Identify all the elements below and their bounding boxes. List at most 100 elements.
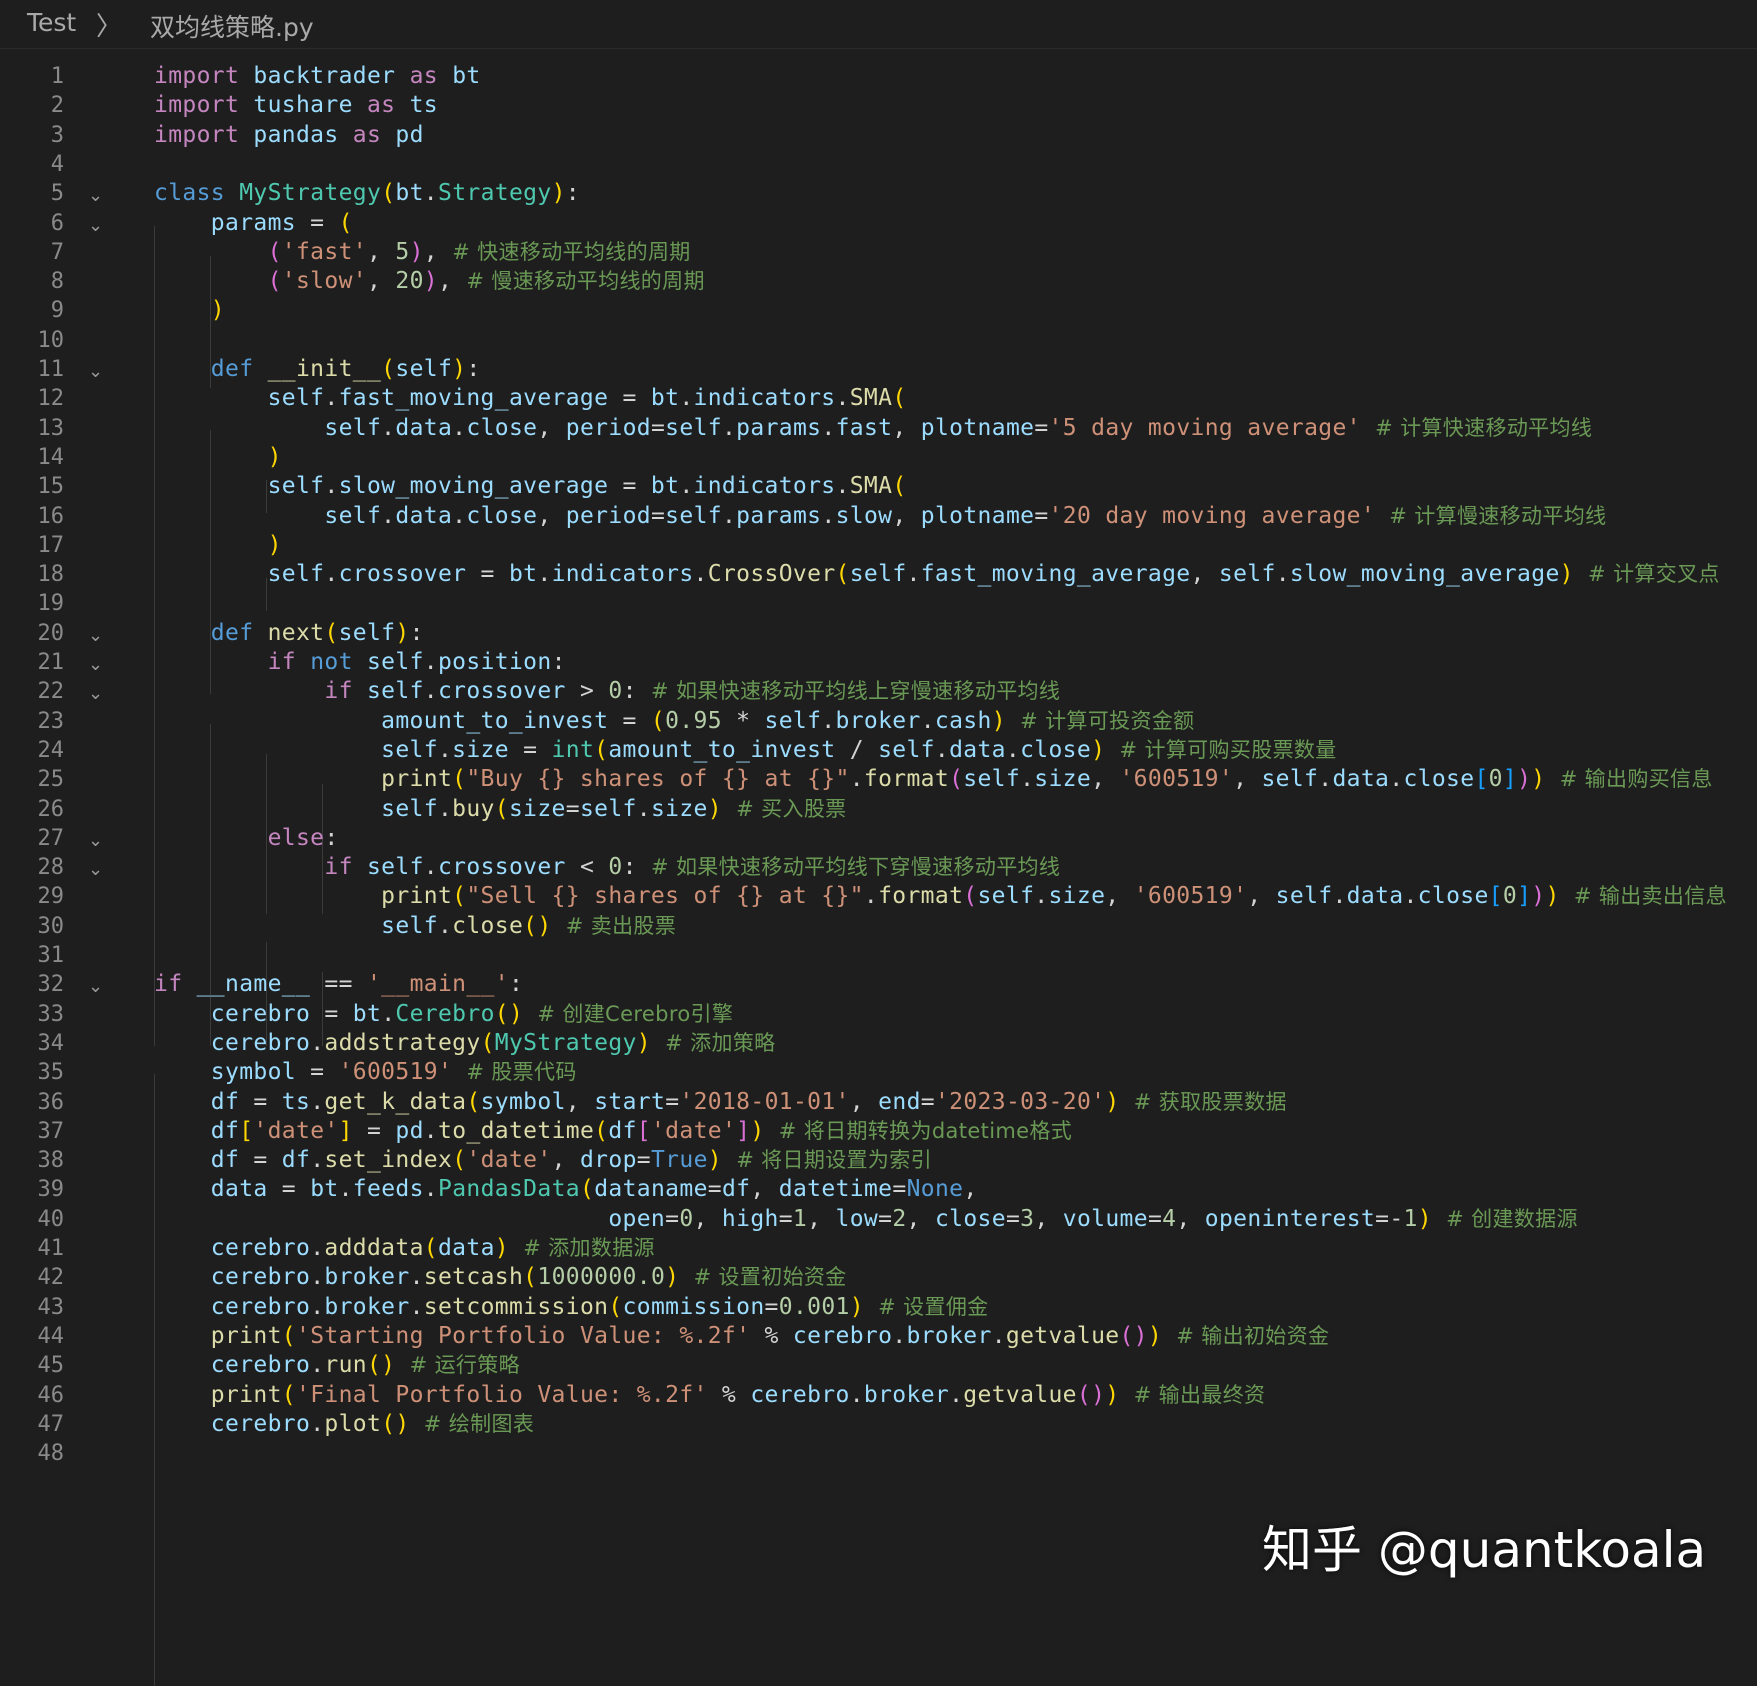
- code-token: crossover: [338, 561, 467, 588]
- code-line[interactable]: 29 print("Sell {} shares of {} at {}".fo…: [0, 880, 1757, 913]
- line-number: 38: [37, 1148, 65, 1174]
- code-token: /: [835, 736, 879, 763]
- code-line[interactable]: 32 ⌄ if __name__ == '__main__':: [0, 968, 1757, 1001]
- code-token: =: [1034, 502, 1049, 529]
- code-line[interactable]: 46 print('Final Portfolio Value: %.2f' %…: [0, 1379, 1757, 1412]
- code-token: True: [650, 1147, 708, 1174]
- code-line[interactable]: 47 cerebro.plot() # 绘制图表: [0, 1408, 1757, 1441]
- code-line[interactable]: 33 cerebro = bt.Cerebro() # 创建Cerebro引擎: [0, 998, 1757, 1031]
- code-token: .: [821, 414, 836, 441]
- line-number: 28: [37, 855, 65, 881]
- code-line[interactable]: 38 df = df.set_index('date', drop=True) …: [0, 1144, 1757, 1177]
- code-token: plot: [324, 1410, 382, 1437]
- code-line[interactable]: 20 ⌄ def next(self):: [0, 617, 1757, 650]
- line-number: 31: [37, 943, 65, 968]
- code-token: :: [622, 854, 651, 881]
- code-token: (: [452, 1147, 467, 1174]
- code-line[interactable]: 42 cerebro.broker.setcash(1000000.0) # 设…: [0, 1261, 1757, 1294]
- code-token: self: [665, 502, 722, 529]
- line-number: 46: [37, 1382, 65, 1408]
- code-line[interactable]: 30 self.close() # 卖出股票: [0, 910, 1757, 943]
- line-number: 29: [37, 884, 65, 910]
- code-token: pd: [395, 121, 424, 148]
- code-line[interactable]: 39 data = bt.feeds.PandasData(dataname=d…: [0, 1173, 1757, 1206]
- code-token: ): [210, 297, 225, 324]
- code-token: self: [977, 883, 1035, 910]
- code-token: .: [409, 1264, 424, 1291]
- breadcrumb-folder[interactable]: Test: [27, 8, 76, 37]
- code-line[interactable]: 28 ⌄ if self.crossover < 0: # 如果快速移动平均线下穿…: [0, 851, 1757, 884]
- code-line[interactable]: 48: [0, 1437, 1757, 1470]
- code-token: .: [1332, 883, 1347, 910]
- code-token: broker: [324, 1293, 410, 1320]
- code-line[interactable]: 34 cerebro.addstrategy(MyStrategy) # 添加策…: [0, 1027, 1757, 1060]
- code-line[interactable]: 25 print("Buy {} shares of {} at {}".for…: [0, 763, 1757, 796]
- breadcrumb-file[interactable]: 双均线策略.py: [150, 8, 314, 44]
- code-line[interactable]: 3 import pandas as pd: [0, 119, 1757, 152]
- code-line[interactable]: 11 ⌄ def __init__(self):: [0, 353, 1757, 386]
- code-token: .: [636, 795, 651, 822]
- code-token: bt: [452, 63, 481, 89]
- code-token: (: [267, 238, 282, 265]
- code-line[interactable]: 1 import backtrader as bt: [0, 60, 1757, 93]
- code-line[interactable]: 9 ): [0, 294, 1757, 327]
- code-token: =: [707, 1176, 722, 1203]
- code-token: (: [423, 1235, 438, 1261]
- code-line[interactable]: 35 symbol = '600519' # 股票代码: [0, 1056, 1757, 1089]
- code-token: .: [324, 473, 339, 500]
- code-line[interactable]: 41 cerebro.adddata(data) # 添加数据源: [0, 1232, 1757, 1265]
- code-line[interactable]: 13 self.data.close, period=self.params.f…: [0, 412, 1757, 445]
- code-line[interactable]: 21 ⌄ if not self.position:: [0, 646, 1757, 679]
- code-line[interactable]: 24 self.size = int(amount_to_invest / se…: [0, 734, 1757, 767]
- code-line[interactable]: 8 ('slow', 20), # 慢速移动平均线的周期: [0, 265, 1757, 298]
- code-line[interactable]: 37 df['date'] = pd.to_datetime(df['date'…: [0, 1115, 1757, 1148]
- code-token: # 设置佣金: [878, 1294, 989, 1319]
- code-line[interactable]: 44 print('Starting Portfolio Value: %.2f…: [0, 1320, 1757, 1353]
- code-token: .: [1020, 766, 1035, 793]
- breadcrumb: Test 〉 双均线策略.py: [0, 0, 1757, 49]
- code-line[interactable]: 27 ⌄ else:: [0, 822, 1757, 855]
- code-line[interactable]: 36 df = ts.get_k_data(symbol, start='201…: [0, 1086, 1757, 1119]
- code-line[interactable]: 19: [0, 587, 1757, 620]
- code-token: ): [1105, 1381, 1120, 1408]
- code-line[interactable]: 23 amount_to_invest = (0.95 * self.broke…: [0, 705, 1757, 738]
- code-line[interactable]: 4: [0, 148, 1757, 181]
- code-token: close: [1020, 736, 1092, 763]
- code-line[interactable]: 31: [0, 939, 1757, 972]
- code-line[interactable]: 7 ('fast', 5), # 快速移动平均线的周期: [0, 236, 1757, 269]
- code-line[interactable]: 43 cerebro.broker.setcommission(commissi…: [0, 1291, 1757, 1324]
- code-token: size: [508, 795, 566, 822]
- code-token: .: [835, 385, 850, 412]
- code-token: def: [210, 356, 254, 382]
- code-line[interactable]: 16 self.data.close, period=self.params.s…: [0, 500, 1757, 533]
- line-number: 8: [50, 269, 64, 295]
- code-line[interactable]: 12 self.fast_moving_average = bt.indicat…: [0, 382, 1757, 415]
- code-token: .: [821, 502, 836, 529]
- code-token: =: [239, 1147, 282, 1174]
- code-line[interactable]: 14 ): [0, 441, 1757, 474]
- code-line[interactable]: 22 ⌄ if self.crossover > 0: # 如果快速移动平均线上穿…: [0, 675, 1757, 708]
- code-line[interactable]: 6 ⌄ params = (: [0, 207, 1757, 240]
- code-line[interactable]: 18 self.crossover = bt.indicators.CrossO…: [0, 558, 1757, 591]
- code-line[interactable]: 17 ): [0, 529, 1757, 562]
- code-line[interactable]: 40 open=0, high=1, low=2, close=3, volum…: [0, 1203, 1757, 1236]
- code-token: # 运行策略: [409, 1353, 520, 1378]
- code-line[interactable]: 5 ⌄ class MyStrategy(bt.Strategy):: [0, 177, 1757, 210]
- code-token: '5 day moving average': [1048, 414, 1361, 441]
- code-line[interactable]: 10: [0, 324, 1757, 357]
- code-line[interactable]: 26 self.buy(size=self.size) # 买入股票: [0, 793, 1757, 826]
- code-line[interactable]: 45 cerebro.run() # 运行策略: [0, 1349, 1757, 1382]
- code-line[interactable]: 2 import tushare as ts: [0, 89, 1757, 122]
- code-token: .: [324, 385, 339, 412]
- code-token: .: [821, 707, 836, 734]
- code-line[interactable]: 15 self.slow_moving_average = bt.indicat…: [0, 470, 1757, 503]
- code-text: import backtrader as bt: [154, 60, 481, 93]
- code-token: if: [324, 854, 353, 881]
- line-number: 26: [37, 796, 65, 822]
